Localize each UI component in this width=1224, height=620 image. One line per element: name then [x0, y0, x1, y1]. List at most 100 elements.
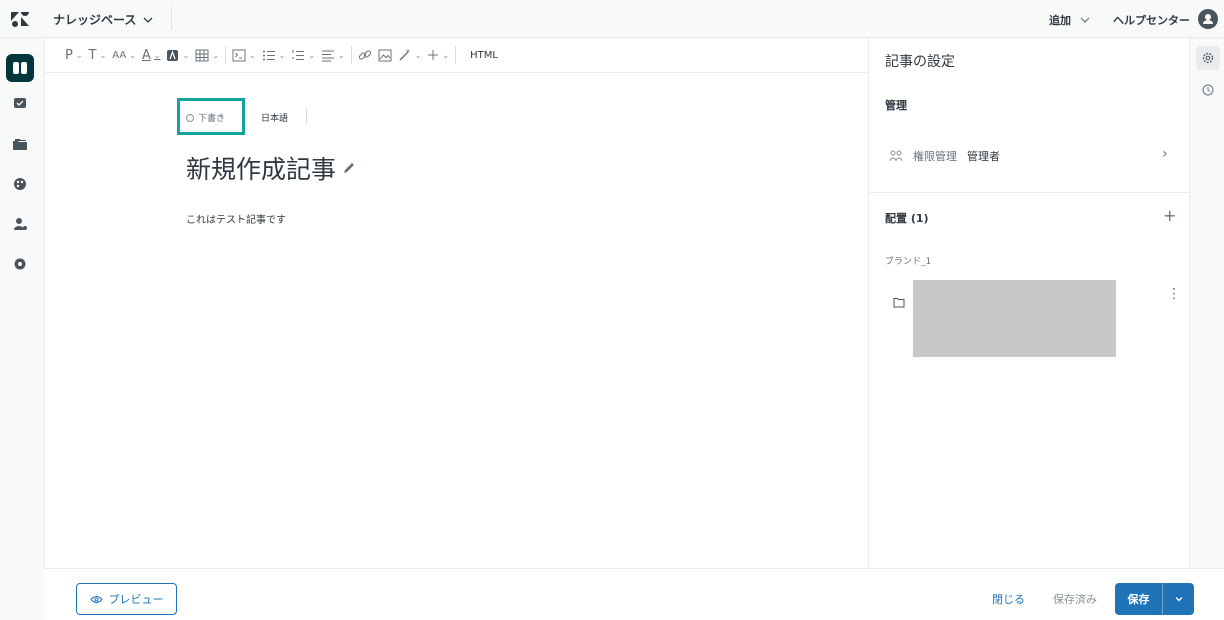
product-name: ナレッジベース: [53, 13, 137, 27]
table-dropdown[interactable]: ⌄: [195, 45, 219, 65]
pencil-icon: [344, 163, 355, 173]
text-style-dropdown[interactable]: T ⌄: [89, 45, 107, 65]
add-menu-button[interactable]: 追加: [1049, 12, 1091, 28]
nav-requests[interactable]: [10, 94, 30, 114]
preview-button[interactable]: プレビュー: [76, 583, 177, 615]
chevron-down-icon: ⌄: [182, 50, 190, 60]
toolbar-divider: [350, 46, 352, 64]
article-title-text: 新規作成記事: [186, 155, 337, 184]
chevron-down-icon: ⌄: [153, 50, 161, 60]
add-label: 追加: [1049, 14, 1071, 27]
nav-user-permissions[interactable]: [10, 214, 30, 234]
save-button-group: 保存: [1115, 583, 1194, 615]
chevron-down-icon: [1175, 597, 1182, 602]
gear-icon: [1202, 52, 1214, 64]
top-bar: ナレッジベース 追加 ヘルプセンター: [0, 0, 1224, 38]
zendesk-logo-icon[interactable]: [10, 10, 30, 28]
divider: [306, 108, 307, 124]
nav-settings[interactable]: [10, 254, 30, 274]
permission-row[interactable]: 権限管理 管理者: [889, 148, 1000, 164]
font-size-label: AA: [112, 49, 127, 61]
product-switcher[interactable]: ナレッジベース: [53, 11, 154, 28]
chevron-down-icon: ⌄: [248, 50, 256, 60]
brand-label: ブランド_1: [885, 257, 932, 267]
placement-heading: 配置 (1): [885, 212, 929, 225]
divider: [869, 192, 1190, 193]
chevron-down-icon: ⌄: [212, 50, 219, 60]
article-body[interactable]: これはテスト記事です: [186, 211, 286, 226]
font-size-dropdown[interactable]: AA ⌄: [112, 45, 136, 65]
html-source-button[interactable]: HTML: [470, 50, 498, 61]
eye-icon: [89, 595, 103, 603]
article-settings-panel: 記事の設定 管理 権限管理 管理者 › 配置 (1) + ブランド_1 ⋮: [868, 38, 1190, 568]
table-icon: [195, 49, 209, 61]
paragraph-label: P: [65, 47, 73, 63]
image-icon: [378, 49, 392, 61]
user-avatar-icon[interactable]: [1198, 9, 1218, 29]
alignment-dropdown[interactable]: ⌄: [321, 45, 345, 65]
permission-label: 権限管理: [913, 150, 957, 163]
highlight-color-dropdown[interactable]: ⌄: [166, 45, 189, 65]
chevron-right-icon[interactable]: ›: [1162, 146, 1168, 162]
article-title[interactable]: 新規作成記事: [186, 150, 356, 186]
numbered-list-dropdown[interactable]: ⌄: [291, 45, 315, 65]
code-icon: [232, 49, 246, 61]
chevron-down-icon: [1080, 17, 1090, 23]
save-button[interactable]: 保存: [1115, 583, 1162, 615]
toolbar-divider: [224, 46, 226, 64]
history-icon: [1202, 84, 1214, 96]
link-button[interactable]: [358, 45, 372, 65]
preview-label: プレビュー: [108, 593, 164, 606]
chevron-down-icon: ⌄: [129, 50, 136, 60]
article-editor: P ⌄ T ⌄ AA ⌄ A ⌄ ⌄ ⌄ ⌄ ⌄ ⌄ ⌄ ⌄ ⌄ HTML 下書…: [44, 38, 869, 618]
redacted-section-path: [913, 280, 1116, 357]
close-button[interactable]: 閉じる: [992, 591, 1025, 607]
status-circle-icon: [186, 113, 194, 122]
font-color-dropdown[interactable]: A ⌄: [142, 45, 161, 65]
saved-status: 保存済み: [1053, 593, 1097, 606]
settings-panel-button[interactable]: [1196, 46, 1220, 70]
article-language[interactable]: 日本語: [261, 111, 288, 124]
nav-design[interactable]: [10, 174, 30, 194]
gear-icon: [14, 258, 26, 270]
permission-value: 管理者: [967, 150, 1000, 163]
article-status[interactable]: 下書き: [186, 111, 225, 124]
font-color-label: A: [141, 47, 151, 63]
user-settings-icon: [14, 218, 27, 230]
folders-icon: [13, 139, 27, 150]
align-icon: [322, 50, 334, 61]
save-options-button[interactable]: [1162, 583, 1194, 615]
chevron-down-icon: ⌄: [278, 50, 286, 60]
numbered-list-icon: [292, 49, 305, 60]
divider: [171, 6, 172, 30]
highlight-icon: [167, 49, 179, 61]
code-block-dropdown[interactable]: ⌄: [232, 45, 256, 65]
nav-knowledge-base[interactable]: [6, 54, 34, 82]
formatting-toolbar: P ⌄ T ⌄ AA ⌄ A ⌄ ⌄ ⌄ ⌄ ⌄ ⌄ ⌄ ⌄ ⌄ HTML: [45, 38, 869, 73]
manage-heading: 管理: [885, 99, 907, 112]
toolbar-divider: [455, 46, 457, 64]
nav-content[interactable]: [10, 134, 30, 154]
status-label: 下書き: [198, 114, 226, 124]
add-placement-button[interactable]: +: [1163, 206, 1176, 225]
right-rail: [1189, 38, 1224, 568]
help-center-link[interactable]: ヘルプセンター: [1113, 12, 1190, 28]
insert-dropdown[interactable]: ⌄: [427, 45, 449, 65]
paragraph-style-dropdown[interactable]: P ⌄: [65, 45, 83, 65]
magic-wand-dropdown[interactable]: ⌄: [398, 45, 421, 65]
more-options-icon[interactable]: ⋮: [1167, 286, 1181, 302]
chevron-down-icon: ⌄: [308, 50, 315, 60]
revision-history-button[interactable]: [1196, 78, 1220, 102]
image-button[interactable]: [378, 45, 392, 65]
bulleted-list-dropdown[interactable]: ⌄: [262, 45, 286, 65]
link-icon: [358, 50, 371, 60]
editor-footer: プレビュー 閉じる 保存済み 保存: [44, 568, 1224, 620]
chevron-down-icon: ⌄: [99, 50, 107, 60]
chevron-down-icon: ⌄: [442, 50, 450, 60]
book-icon: [13, 62, 27, 74]
users-icon: [889, 150, 903, 162]
chevron-down-icon: ⌄: [338, 50, 345, 60]
text-style-label: T: [88, 47, 97, 63]
chevron-down-icon: [143, 17, 153, 23]
plus-icon: [428, 50, 439, 60]
